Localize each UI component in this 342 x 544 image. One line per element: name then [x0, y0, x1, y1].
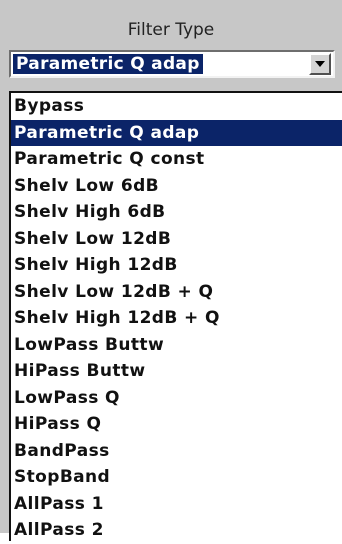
- option-lowpass-q[interactable]: LowPass Q: [11, 385, 342, 412]
- option-stopband[interactable]: StopBand: [11, 464, 342, 491]
- option-lowpass-buttw[interactable]: LowPass Buttw: [11, 332, 342, 359]
- filter-type-options-list[interactable]: Bypass Parametric Q adap Parametric Q co…: [9, 91, 342, 541]
- option-shelv-high-6db[interactable]: Shelv High 6dB: [11, 199, 342, 226]
- option-allpass-1[interactable]: AllPass 1: [11, 491, 342, 518]
- chevron-down-icon: [315, 61, 325, 67]
- option-hipass-buttw[interactable]: HiPass Buttw: [11, 358, 342, 385]
- option-shelv-low-12db[interactable]: Shelv Low 12dB: [11, 226, 342, 253]
- option-parametric-q-adap[interactable]: Parametric Q adap: [11, 119, 342, 146]
- dropdown-button[interactable]: [309, 53, 331, 75]
- option-hipass-q[interactable]: HiPass Q: [11, 411, 342, 438]
- option-shelv-high-12db-q[interactable]: Shelv High 12dB + Q: [11, 305, 342, 332]
- filter-type-label: Filter Type: [127, 20, 215, 40]
- option-shelv-low-6db[interactable]: Shelv Low 6dB: [11, 173, 342, 200]
- filter-type-select[interactable]: Parametric Q adap: [9, 50, 335, 78]
- option-shelv-high-12db[interactable]: Shelv High 12dB: [11, 252, 342, 279]
- filter-type-selected-value: Parametric Q adap: [13, 54, 203, 74]
- option-parametric-q-const[interactable]: Parametric Q const: [11, 146, 342, 173]
- option-shelv-low-12db-q[interactable]: Shelv Low 12dB + Q: [11, 279, 342, 306]
- option-bandpass[interactable]: BandPass: [11, 438, 342, 465]
- filter-type-panel: Filter Type Parametric Q adap Bypass Par…: [0, 0, 342, 541]
- option-bypass[interactable]: Bypass: [11, 93, 342, 120]
- option-allpass-2[interactable]: AllPass 2: [11, 517, 342, 544]
